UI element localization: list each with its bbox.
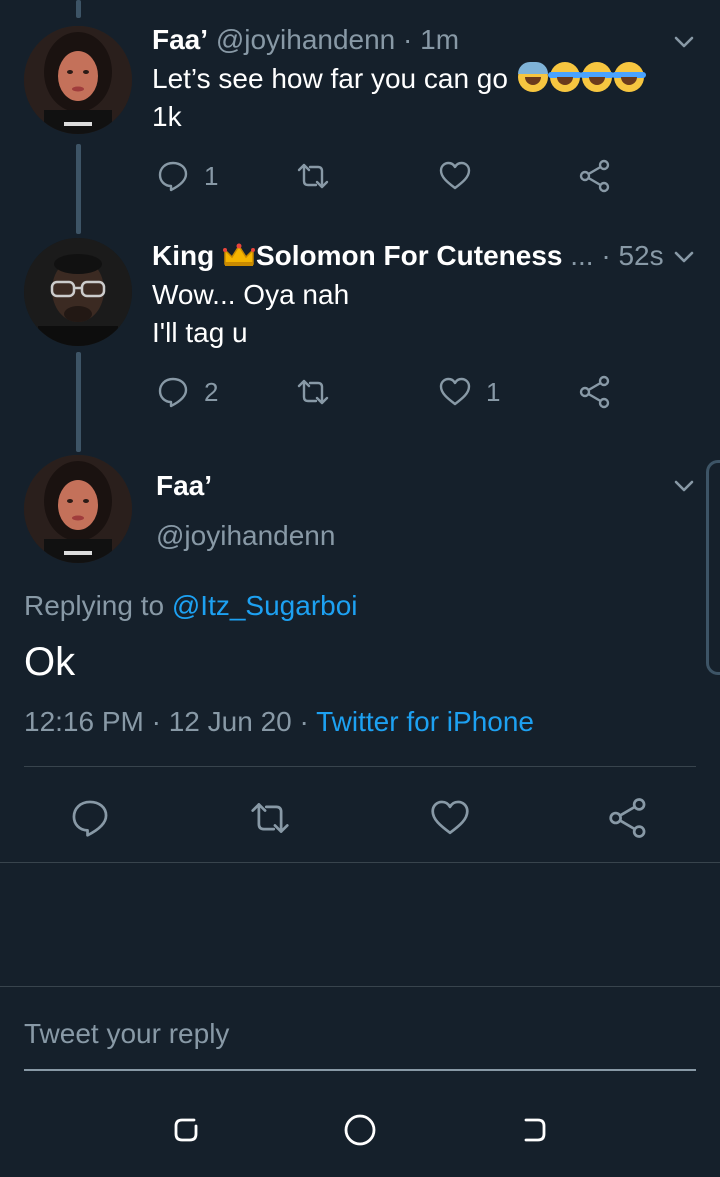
display-name-part: Solomon For Cuteness [256, 240, 563, 271]
chevron-down-icon[interactable] [670, 243, 698, 271]
tweet-text: Wow... Oya nah I'll tag u [152, 276, 349, 352]
reply-button[interactable]: 2 [156, 372, 218, 412]
source-link[interactable]: Twitter for iPhone [316, 706, 534, 737]
thread-line-top [76, 0, 81, 18]
replying-to-link[interactable]: @Itz_Sugarboi [172, 590, 358, 621]
reply-button[interactable]: 1 [156, 156, 218, 196]
rofl-emoji-icon [611, 62, 646, 92]
timestamp: · 1m [403, 24, 460, 55]
handle[interactable]: @joyihandenn [156, 520, 335, 552]
rofl-emoji-icon [547, 62, 582, 92]
display-name[interactable]: Faa’ [152, 24, 208, 55]
recents-icon [174, 1118, 198, 1142]
retweet-button[interactable] [296, 372, 330, 412]
like-button[interactable]: 1 [438, 372, 500, 412]
tweet-line: 1k [152, 101, 182, 132]
thread-line-1 [76, 144, 81, 234]
like-icon [439, 377, 471, 406]
tweet-actions: 1 [152, 156, 632, 196]
handle[interactable]: @joyihandenn [216, 24, 395, 55]
like-icon [439, 161, 471, 190]
timestamp: · 52s [601, 240, 664, 271]
retweet-button[interactable] [296, 156, 330, 196]
like-button[interactable] [422, 790, 478, 846]
share-button[interactable] [578, 372, 612, 412]
back-icon [524, 1118, 546, 1142]
display-name[interactable]: King Solomon For Cuteness [152, 240, 562, 271]
chevron-down-icon[interactable] [670, 472, 698, 500]
like-button[interactable] [438, 156, 472, 196]
tweet-text: Ok [24, 640, 76, 684]
tweet-text: Let’s see how far you can go 1k [152, 60, 646, 136]
retweet-icon [297, 379, 329, 405]
share-icon [579, 159, 610, 193]
tweet-line: Wow... Oya nah [152, 279, 350, 310]
display-name[interactable]: Faa’ [156, 470, 212, 502]
thread-line-2 [76, 352, 81, 452]
avatar[interactable] [24, 455, 132, 563]
name-ellipsis: ... [570, 240, 594, 271]
rofl-emoji-icon [579, 62, 614, 92]
avatar[interactable] [24, 238, 132, 346]
home-button[interactable] [340, 1110, 380, 1150]
system-nav-bar [0, 1080, 720, 1177]
reply-input-underline [24, 1069, 696, 1071]
reply-count: 2 [204, 376, 219, 407]
scream-emoji-icon [517, 62, 548, 92]
tweet-header: Faa’ @joyihandenn · 1m [152, 24, 459, 56]
reply-input[interactable]: Tweet your reply [24, 1018, 229, 1050]
retweet-icon [251, 803, 289, 833]
scrollbar[interactable] [706, 460, 720, 675]
reply-icon [72, 800, 108, 837]
like-icon [431, 800, 469, 835]
share-icon [609, 798, 646, 838]
divider [0, 862, 720, 863]
tweet-detail-screen: Faa’ @joyihandenn · 1m Let’s see how far… [0, 0, 720, 1177]
reply-button[interactable] [62, 790, 118, 846]
share-button[interactable] [578, 156, 612, 196]
tweet-actions: 2 1 [152, 372, 632, 412]
timestamp: 12:16 PM · 12 Jun 20 · [24, 706, 317, 737]
recents-button[interactable] [166, 1110, 206, 1150]
tweet-line: I'll tag u [152, 317, 248, 348]
reply-icon [158, 161, 188, 192]
reply-icon [158, 377, 188, 408]
back-button[interactable] [514, 1110, 554, 1150]
avatar[interactable] [24, 26, 132, 134]
share-button[interactable] [600, 790, 656, 846]
display-name-part: King [152, 240, 222, 271]
like-count: 1 [486, 376, 501, 407]
retweet-icon [297, 163, 329, 189]
reply-count: 1 [204, 160, 219, 191]
tweet-line: Let’s see how far you can go [152, 63, 516, 94]
main-tweet-actions [0, 790, 720, 846]
tweet-header: King Solomon For Cuteness ... · 52s [152, 240, 664, 272]
tweet-meta: 12:16 PM · 12 Jun 20 · Twitter for iPhon… [24, 706, 534, 738]
replying-to: Replying to @Itz_Sugarboi [24, 590, 358, 622]
chevron-down-icon[interactable] [670, 28, 698, 56]
crown-icon [223, 243, 255, 266]
home-icon [344, 1114, 376, 1146]
divider [0, 986, 720, 987]
replying-prefix: Replying to [24, 590, 172, 621]
share-icon [579, 375, 610, 409]
divider [24, 766, 696, 767]
retweet-button[interactable] [242, 790, 298, 846]
